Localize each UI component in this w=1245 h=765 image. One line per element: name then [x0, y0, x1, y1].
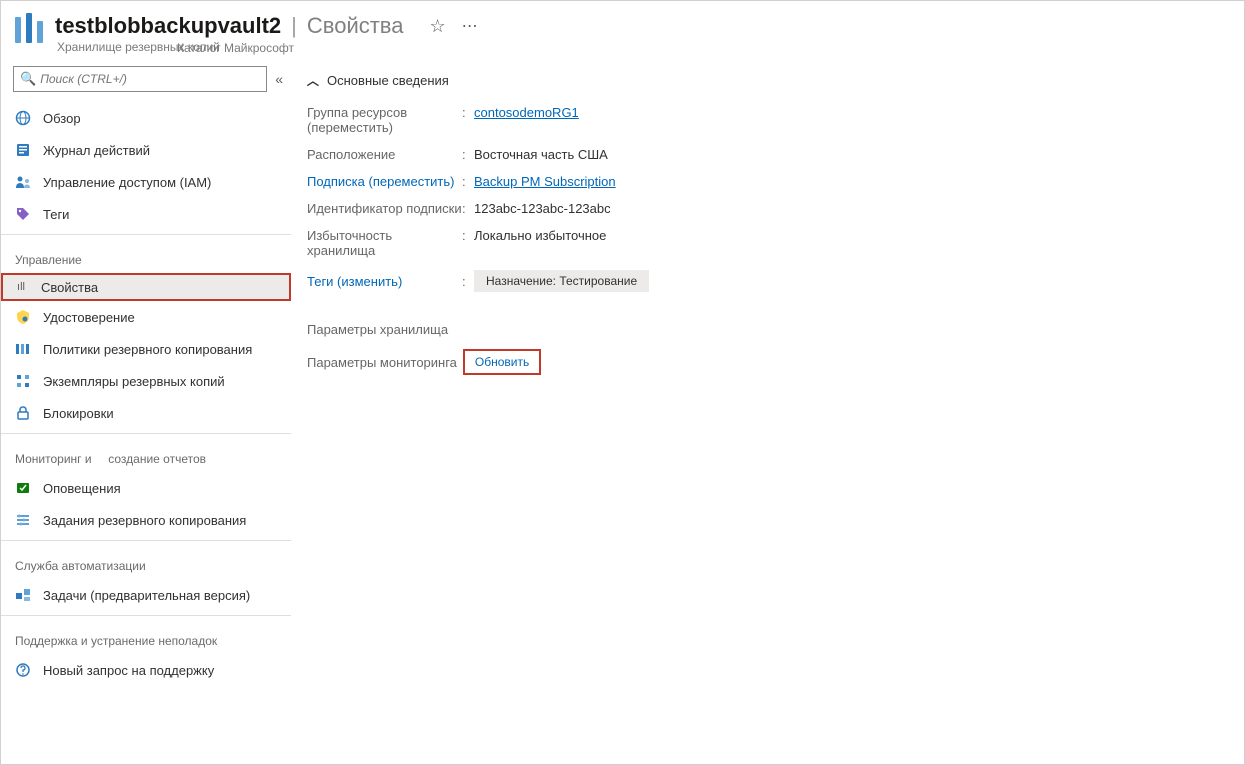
sidebar-item-label: Блокировки — [43, 406, 114, 421]
label-resource-group[interactable]: Группа ресурсов (переместить) — [307, 105, 462, 135]
sidebar-item-overview[interactable]: Обзор — [1, 102, 291, 134]
sidebar-item-label: Свойства — [41, 280, 98, 295]
sidebar-item-backup-jobs[interactable]: Задания резервного копирования — [1, 504, 291, 536]
sidebar-item-identity[interactable]: Удостоверение — [1, 301, 291, 333]
alerts-icon — [15, 480, 31, 496]
log-icon — [15, 142, 31, 158]
sidebar-item-label: Теги — [43, 207, 69, 222]
sidebar-section-automation: Служба автоматизации — [1, 545, 291, 579]
policies-icon — [15, 341, 31, 357]
resource-icon — [13, 13, 45, 47]
sidebar-item-backup-instances[interactable]: Экземпляры резервных копий — [1, 365, 291, 397]
sidebar-item-label: Задачи (предварительная версия) — [43, 588, 250, 603]
more-menu-icon[interactable]: ⋯ — [462, 16, 478, 36]
globe-icon — [15, 110, 31, 126]
subtitle-directory: Каталог Майкрософт — [177, 41, 294, 55]
sidebar-item-tasks[interactable]: Задачи (предварительная версия) — [1, 579, 291, 611]
sidebar-search[interactable]: 🔍 — [13, 66, 267, 92]
value-subscription-id: 123abc-123abc-123abc — [474, 201, 611, 216]
sidebar-item-label: Обзор — [43, 111, 81, 126]
identity-icon — [15, 309, 31, 325]
lock-icon — [15, 405, 31, 421]
support-icon — [15, 662, 31, 678]
value-resource-group[interactable]: contosodemoRG1 — [474, 105, 579, 120]
search-icon: 🔍 — [20, 71, 36, 87]
collapse-sidebar-icon[interactable]: « — [275, 71, 283, 87]
chevron-up-icon[interactable]: 〈 — [305, 74, 322, 86]
title-separator: | — [291, 13, 297, 39]
update-button[interactable]: Обновить — [463, 349, 541, 375]
sidebar-item-label: Удостоверение — [43, 310, 135, 325]
sidebar-item-iam[interactable]: Управление доступом (IAM) — [1, 166, 291, 198]
page-title: Свойства — [307, 13, 404, 39]
tasks-icon — [15, 587, 31, 603]
sidebar-item-label: Управление доступом (IAM) — [43, 175, 211, 190]
sidebar-section-monitoring: Мониторинг и создание отчетов — [1, 438, 291, 472]
sidebar-item-properties[interactable]: ıll Свойства — [1, 273, 291, 301]
label-subscription[interactable]: Подписка (переместить) — [307, 174, 462, 189]
label-location: Расположение — [307, 147, 462, 162]
favorite-star-icon[interactable]: ☆ — [429, 16, 445, 37]
sidebar-item-label: Экземпляры резервных копий — [43, 374, 225, 389]
value-location: Восточная часть США — [474, 147, 608, 162]
sidebar-item-label: Задания резервного копирования — [43, 513, 246, 528]
value-subscription[interactable]: Backup PM Subscription — [474, 174, 616, 189]
sidebar-item-label: Оповещения — [43, 481, 121, 496]
label-subscription-id: Идентификатор подписки — [307, 201, 462, 216]
essentials-title: Основные сведения — [327, 73, 449, 88]
sidebar-item-label: Новый запрос на поддержку — [43, 663, 214, 678]
sidebar-item-label: Журнал действий — [43, 143, 150, 158]
monitoring-settings-label: Параметры мониторинга — [307, 355, 457, 370]
jobs-icon — [15, 512, 31, 528]
sidebar-item-activity-log[interactable]: Журнал действий — [1, 134, 291, 166]
sidebar-section-manage: Управление — [1, 239, 291, 273]
tag-icon — [15, 206, 31, 222]
vault-settings-heading: Параметры хранилища — [307, 322, 1228, 337]
sidebar-item-new-support-request[interactable]: Новый запрос на поддержку — [1, 654, 291, 686]
search-input[interactable] — [40, 72, 260, 86]
resource-name: testblobbackupvault2 — [55, 13, 281, 39]
sidebar-section-support: Поддержка и устранение неполадок — [1, 620, 291, 654]
sidebar: 🔍 « Обзор Журнал действий Управление дос… — [1, 58, 291, 761]
tag-chip[interactable]: Назначение: Тестирование — [474, 270, 649, 292]
iam-icon — [15, 174, 31, 190]
essentials-header[interactable]: 〈 Основные сведения — [307, 66, 1228, 99]
label-tags[interactable]: Теги (изменить) — [307, 274, 462, 289]
sidebar-item-label: Политики резервного копирования — [43, 342, 252, 357]
value-storage-redundancy: Локально избыточное — [474, 228, 606, 243]
sidebar-item-alerts[interactable]: Оповещения — [1, 472, 291, 504]
sidebar-item-tags[interactable]: Теги — [1, 198, 291, 230]
sidebar-item-locks[interactable]: Блокировки — [1, 397, 291, 429]
properties-icon: ıll — [13, 279, 29, 295]
main-content: 〈 Основные сведения .chev{display:inline… — [291, 58, 1244, 761]
label-storage-redundancy: Избыточность хранилища — [307, 228, 462, 258]
sidebar-item-backup-policies[interactable]: Политики резервного копирования — [1, 333, 291, 365]
instances-icon — [15, 373, 31, 389]
